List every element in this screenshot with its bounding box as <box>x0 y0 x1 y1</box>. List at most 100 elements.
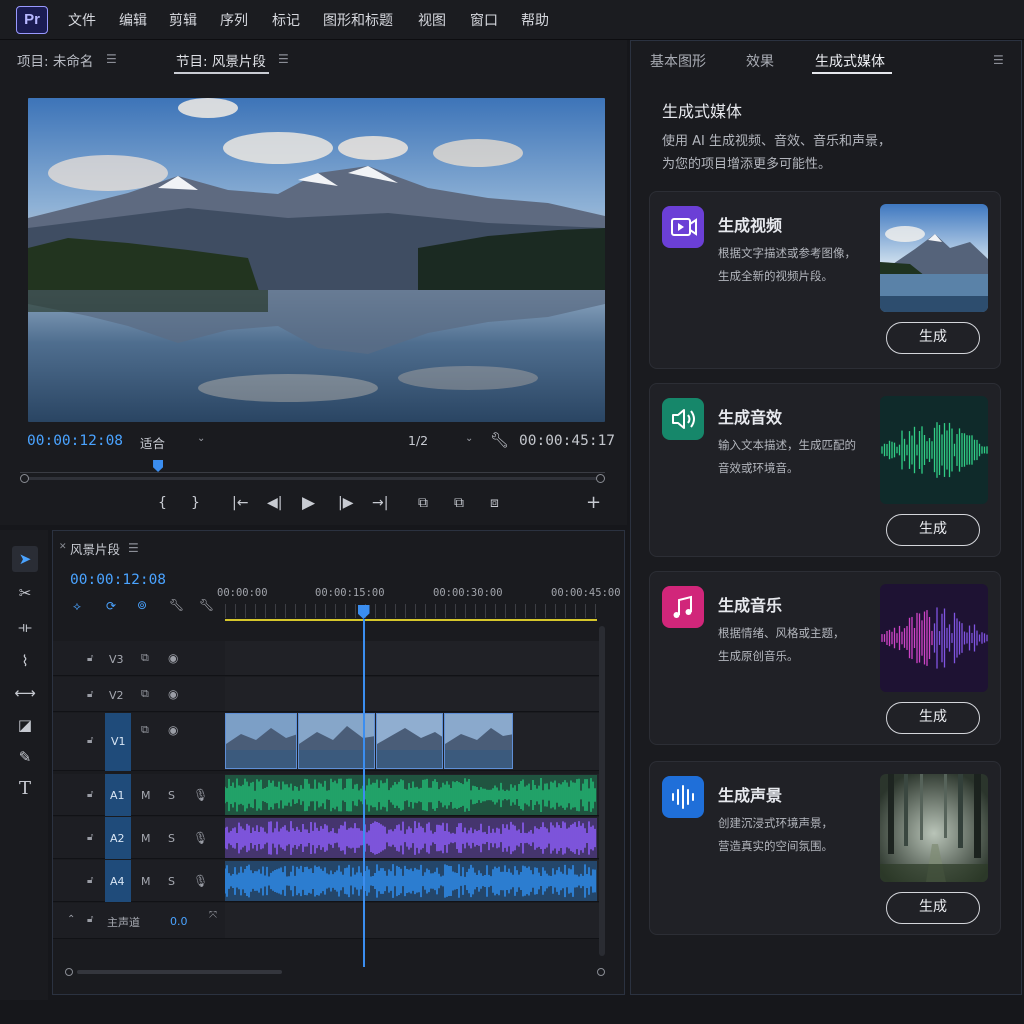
solo-button[interactable]: S <box>168 875 175 888</box>
generate-music-button[interactable]: 生成 <box>886 702 980 734</box>
horizontal-scrollbar[interactable] <box>65 968 605 976</box>
tab-project[interactable]: 项目: 未命名 <box>17 50 93 70</box>
track-header-a2[interactable]: 🔓︎ A2 M S 🎙︎ <box>53 817 225 859</box>
menu-help[interactable]: 帮助 <box>521 10 549 30</box>
razor-tool-icon[interactable]: ⌇ <box>12 648 38 674</box>
menu-sequence[interactable]: 序列 <box>220 10 248 30</box>
generate-video-button[interactable]: 生成 <box>886 322 980 354</box>
track-area-a2[interactable] <box>225 817 600 859</box>
mute-button[interactable]: M <box>141 832 151 845</box>
mark-in-icon[interactable]: { <box>158 495 167 511</box>
mute-button[interactable]: M <box>141 875 151 888</box>
timeline-settings-icon[interactable]: 🔧︎ <box>169 598 184 612</box>
snap-icon[interactable]: ⟡ <box>73 599 81 614</box>
video-clip[interactable] <box>376 713 443 769</box>
mark-out-icon[interactable]: } <box>191 495 200 511</box>
lock-icon[interactable]: 🔓︎ <box>87 735 93 746</box>
track-area-a1[interactable] <box>225 774 600 816</box>
microphone-icon[interactable]: 🎙︎ <box>193 788 208 802</box>
solo-button[interactable]: S <box>168 832 175 845</box>
lock-icon[interactable]: 🔓︎ <box>87 875 93 886</box>
track-header-v2[interactable]: 🔓︎ V2 ⧉ ◉ <box>53 677 225 712</box>
lock-icon[interactable]: 🔓︎ <box>87 832 93 843</box>
track-header-master[interactable]: ⌃ 🔓︎ 主声道 0.0 ⤧ <box>53 903 225 939</box>
eye-icon[interactable]: ◉ <box>168 723 178 737</box>
scroll-handle-left[interactable] <box>65 968 73 976</box>
track-header-v1[interactable]: 🔓︎ V1 ⧉ ◉ <box>53 713 225 771</box>
audio-clip-a4[interactable] <box>225 861 597 901</box>
program-monitor-video[interactable] <box>28 98 605 422</box>
zoom-handle-right[interactable] <box>596 474 605 483</box>
output-routing-icon[interactable]: ⤧ <box>209 910 217 921</box>
eye-icon[interactable]: ◉ <box>168 687 178 701</box>
audio-clip-a1[interactable] <box>225 775 597 815</box>
lock-icon[interactable]: 🔓︎ <box>87 653 93 664</box>
work-area-bar[interactable] <box>225 619 597 621</box>
track-area-v1[interactable] <box>225 713 600 771</box>
current-timecode[interactable]: 00:00:12:08 <box>27 433 123 449</box>
menu-file[interactable]: 文件 <box>68 10 96 30</box>
fit-dropdown[interactable]: 适合 ⌄ <box>135 431 210 451</box>
generate-soundscape-button[interactable]: 生成 <box>886 892 980 924</box>
overwrite-icon[interactable]: ⧉ <box>454 495 464 511</box>
zoom-scrollbar[interactable] <box>20 474 605 484</box>
time-ruler[interactable] <box>225 604 600 618</box>
track-area-master[interactable] <box>225 903 600 939</box>
project-menu-icon[interactable]: ☰ <box>106 52 117 66</box>
add-button-icon[interactable]: + <box>586 492 601 513</box>
track-select-tool-icon[interactable]: ✂︎ <box>12 580 38 606</box>
insert-icon[interactable]: ⧉ <box>418 495 428 511</box>
tab-generative-media[interactable]: 生成式媒体 <box>815 51 885 71</box>
close-tab-icon[interactable]: ✕ <box>59 542 67 552</box>
menu-window[interactable]: 窗口 <box>470 10 498 30</box>
lock-icon[interactable]: 🔓︎ <box>87 689 93 700</box>
menu-clip[interactable]: 剪辑 <box>169 10 197 30</box>
vertical-scrollbar[interactable] <box>599 626 605 956</box>
pen-tool-icon[interactable]: ◪ <box>12 712 38 738</box>
microphone-icon[interactable]: 🎙︎ <box>193 874 208 888</box>
play-icon[interactable]: ▶ <box>302 493 315 513</box>
master-volume-value[interactable]: 0.0 <box>170 915 188 928</box>
menu-view[interactable]: 视图 <box>418 10 446 30</box>
track-area-v3[interactable] <box>225 641 600 676</box>
scroll-handle-right[interactable] <box>597 968 605 976</box>
video-clip[interactable] <box>225 713 297 769</box>
sync-lock-icon[interactable]: ⧉ <box>141 723 149 737</box>
track-header-v3[interactable]: 🔓︎ V3 ⧉ ◉ <box>53 641 225 676</box>
step-forward-icon[interactable]: |▶ <box>338 495 353 511</box>
selection-tool-icon[interactable]: ➤ <box>12 546 38 572</box>
type-tool-icon[interactable]: T <box>12 776 38 802</box>
scrub-ruler[interactable] <box>20 459 605 473</box>
generate-sfx-button[interactable]: 生成 <box>886 514 980 546</box>
panel-menu-icon[interactable]: ☰ <box>993 53 1004 67</box>
microphone-icon[interactable]: 🎙︎ <box>193 831 208 845</box>
track-area-v2[interactable] <box>225 677 600 712</box>
collapse-icon[interactable]: ⌃ <box>67 914 75 925</box>
captions-icon[interactable]: 🔧︎ <box>199 598 214 612</box>
lock-icon[interactable]: 🔓︎ <box>87 914 93 925</box>
timeline-menu-icon[interactable]: ☰ <box>128 541 139 555</box>
step-back-icon[interactable]: ◀| <box>267 495 282 511</box>
export-frame-icon[interactable]: ⧈ <box>490 495 499 511</box>
menu-markers[interactable]: 标记 <box>272 10 300 30</box>
track-header-a1[interactable]: 🔓︎ A1 M S 🎙︎ <box>53 774 225 816</box>
tab-program[interactable]: 节目: 风景片段 <box>176 50 266 70</box>
slip-tool-icon[interactable]: ⟷ <box>12 680 38 706</box>
eye-icon[interactable]: ◉ <box>168 651 178 665</box>
tab-effects[interactable]: 效果 <box>746 51 774 71</box>
ripple-edit-tool-icon[interactable]: ⟛ <box>12 614 38 640</box>
zoom-handle-left[interactable] <box>20 474 29 483</box>
timeline-tab[interactable]: 风景片段 <box>70 539 120 558</box>
video-clip[interactable] <box>444 713 513 769</box>
wrench-settings-icon[interactable]: 🔧︎ <box>490 431 509 449</box>
program-menu-icon[interactable]: ☰ <box>278 52 289 66</box>
audio-clip-a2[interactable] <box>225 818 597 858</box>
mute-button[interactable]: M <box>141 789 151 802</box>
go-to-out-icon[interactable]: →| <box>372 495 388 511</box>
timeline-timecode[interactable]: 00:00:12:08 <box>70 572 166 588</box>
tab-essential-graphics[interactable]: 基本图形 <box>650 51 706 71</box>
sync-lock-icon[interactable]: ⧉ <box>141 651 149 665</box>
sync-lock-icon[interactable]: ⧉ <box>141 687 149 701</box>
lock-icon[interactable]: 🔓︎ <box>87 789 93 800</box>
go-to-in-icon[interactable]: |← <box>232 495 248 511</box>
